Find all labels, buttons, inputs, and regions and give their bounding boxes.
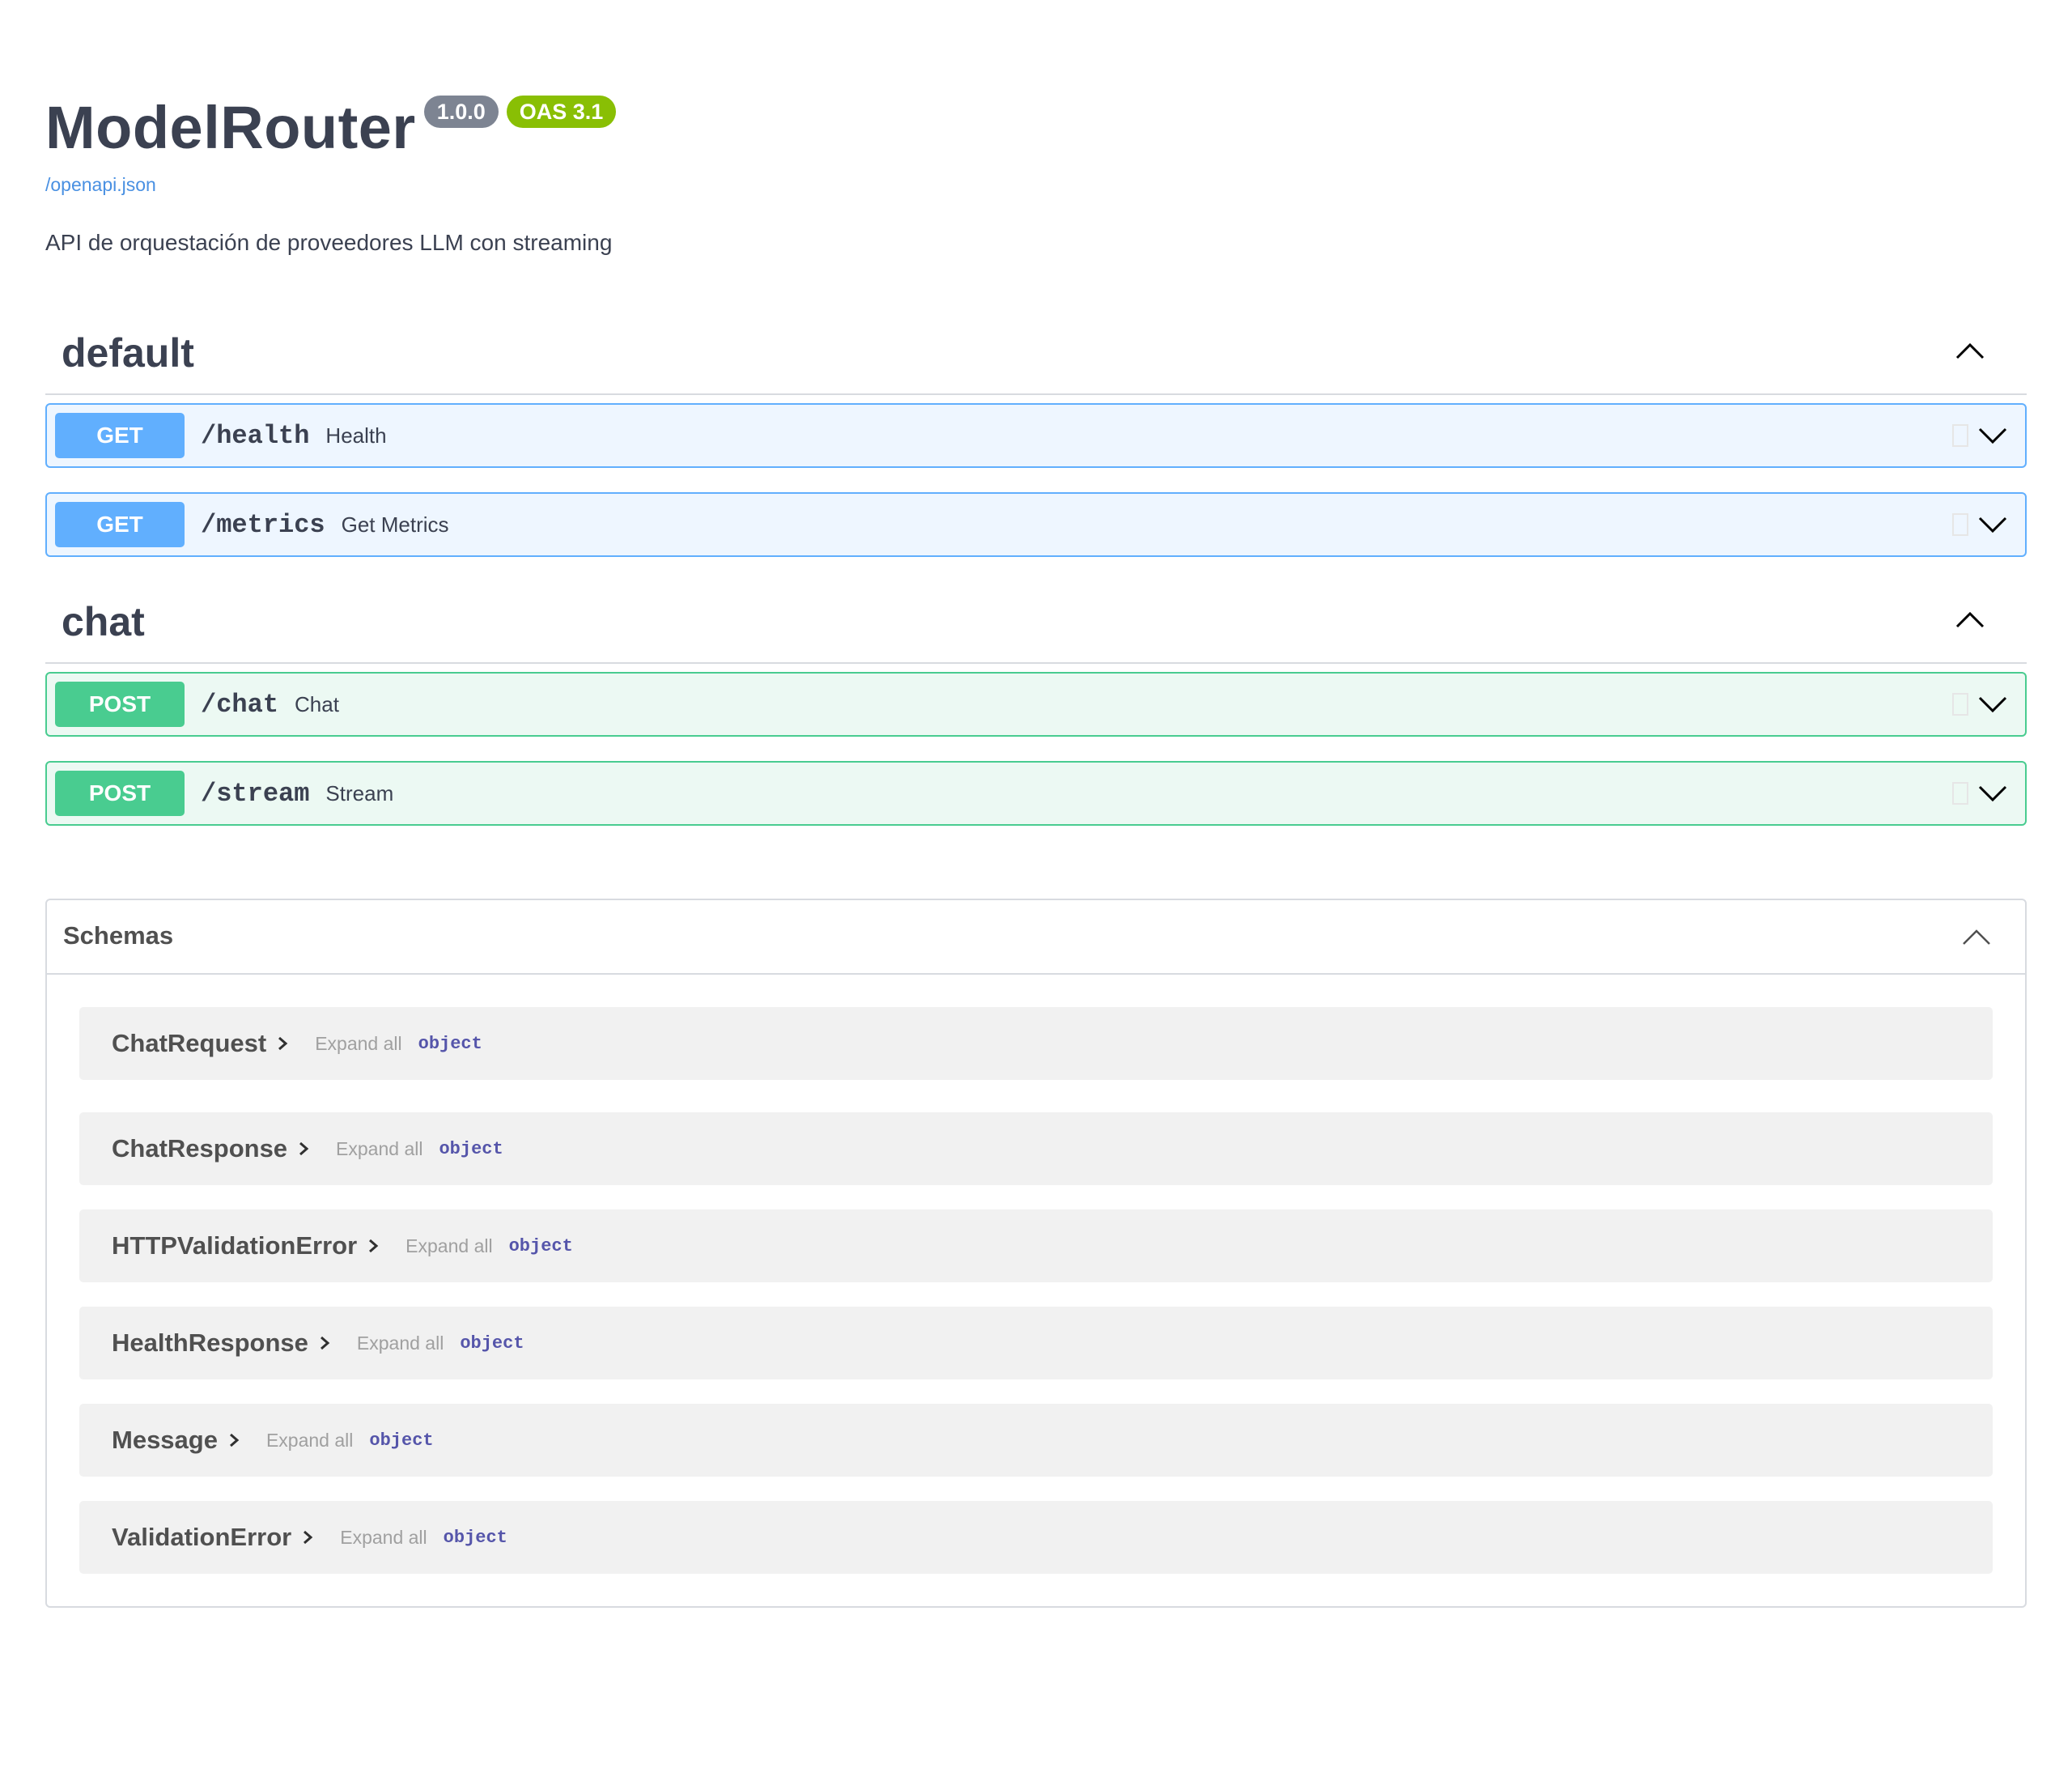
chevron-right-icon[interactable] — [226, 1430, 242, 1450]
operation-icons — [1951, 777, 2009, 810]
schema-name[interactable]: ChatResponse — [112, 1134, 287, 1163]
schema-healthresponse[interactable]: HealthResponse Expand all object — [79, 1307, 1993, 1379]
operation-path: /health — [201, 420, 310, 451]
api-info: ModelRouter 1.0.0 OAS 3.1 /openapi.json … — [45, 0, 2027, 257]
tag-name: chat — [62, 599, 145, 644]
method-badge: POST — [55, 771, 185, 816]
operation-icons — [1951, 688, 2009, 720]
schema-httpvalidationerror[interactable]: HTTPValidationError Expand all object — [79, 1209, 1993, 1282]
chevron-right-icon[interactable] — [299, 1528, 316, 1547]
schemas-list: ChatRequest Expand all object ChatRespon… — [47, 975, 2025, 1606]
swagger-ui: ModelRouter 1.0.0 OAS 3.1 /openapi.json … — [45, 0, 2027, 1608]
copy-icon[interactable] — [1951, 778, 1972, 809]
schema-name[interactable]: HealthResponse — [112, 1328, 308, 1358]
expand-all-button[interactable]: Expand all — [340, 1527, 427, 1549]
operation-path: /stream — [201, 778, 310, 809]
operation-get-metrics[interactable]: GET /metrics Get Metrics — [45, 492, 2027, 557]
chevron-up-icon[interactable] — [1954, 335, 1986, 368]
expand-all-button[interactable]: Expand all — [266, 1430, 353, 1452]
tag-section-chat: chat POST /chat Chat POST /stream Stream — [45, 559, 2027, 826]
operation-summary: Stream — [325, 780, 394, 805]
tag-section-default: default GET /health Health GET /metrics … — [45, 306, 2027, 557]
operation-icons — [1951, 419, 2009, 452]
schema-name[interactable]: ValidationError — [112, 1523, 291, 1552]
schemas-section: Schemas ChatRequest Expand all object Ch… — [45, 899, 2027, 1608]
schema-chatrequest[interactable]: ChatRequest Expand all object — [79, 1007, 1993, 1080]
tag-header-chat[interactable]: chat — [45, 559, 2027, 664]
schema-type: object — [418, 1033, 482, 1054]
operation-summary: Chat — [295, 691, 339, 716]
operation-get-health[interactable]: GET /health Health — [45, 403, 2027, 468]
operation-post-stream[interactable]: POST /stream Stream — [45, 761, 2027, 826]
schema-name[interactable]: ChatRequest — [112, 1029, 266, 1058]
schemas-header[interactable]: Schemas — [47, 900, 2025, 975]
schema-name[interactable]: HTTPValidationError — [112, 1231, 357, 1260]
operation-icons — [1951, 508, 2009, 541]
operation-path: /chat — [201, 689, 279, 720]
expand-all-button[interactable]: Expand all — [405, 1235, 492, 1257]
chevron-right-icon[interactable] — [274, 1034, 291, 1053]
operation-summary: Get Metrics — [341, 512, 449, 537]
copy-icon[interactable] — [1951, 420, 1972, 451]
copy-icon[interactable] — [1951, 689, 1972, 720]
schema-type: object — [443, 1527, 507, 1548]
method-badge: POST — [55, 682, 185, 727]
schema-chatresponse[interactable]: ChatResponse Expand all object — [79, 1112, 1993, 1185]
operation-summary: Health — [325, 423, 387, 448]
title-row: ModelRouter 1.0.0 OAS 3.1 — [45, 91, 2027, 165]
chevron-up-icon[interactable] — [1960, 921, 1993, 954]
tag-name: default — [62, 330, 194, 376]
operation-post-chat[interactable]: POST /chat Chat — [45, 672, 2027, 737]
chevron-down-icon[interactable] — [1976, 419, 2009, 452]
chevron-down-icon[interactable] — [1976, 777, 2009, 810]
tag-header-default[interactable]: default — [45, 306, 2027, 395]
schema-message[interactable]: Message Expand all object — [79, 1404, 1993, 1477]
chevron-down-icon[interactable] — [1976, 688, 2009, 720]
chevron-right-icon[interactable] — [316, 1333, 333, 1353]
schema-validationerror[interactable]: ValidationError Expand all object — [79, 1501, 1993, 1574]
chevron-right-icon[interactable] — [365, 1236, 381, 1256]
api-description: API de orquestación de proveedores LLM c… — [45, 230, 613, 255]
openapi-spec-link[interactable]: /openapi.json — [45, 173, 2027, 196]
version-badge: 1.0.0 — [423, 96, 499, 128]
expand-all-button[interactable]: Expand all — [357, 1333, 444, 1354]
schema-type: object — [508, 1235, 573, 1256]
method-badge: GET — [55, 502, 185, 547]
method-badge: GET — [55, 413, 185, 458]
schema-type: object — [369, 1430, 434, 1451]
oas-badge: OAS 3.1 — [506, 96, 617, 128]
schema-type: object — [460, 1333, 524, 1354]
schemas-title: Schemas — [63, 921, 174, 950]
api-title: ModelRouter — [45, 94, 416, 161]
schema-type: object — [439, 1138, 503, 1159]
expand-all-button[interactable]: Expand all — [315, 1033, 401, 1055]
operation-path: /metrics — [201, 509, 325, 540]
chevron-right-icon[interactable] — [295, 1139, 312, 1158]
chevron-down-icon[interactable] — [1976, 508, 2009, 541]
copy-icon[interactable] — [1951, 509, 1972, 540]
expand-all-button[interactable]: Expand all — [336, 1138, 422, 1160]
chevron-up-icon[interactable] — [1954, 604, 1986, 636]
schema-name[interactable]: Message — [112, 1426, 218, 1455]
